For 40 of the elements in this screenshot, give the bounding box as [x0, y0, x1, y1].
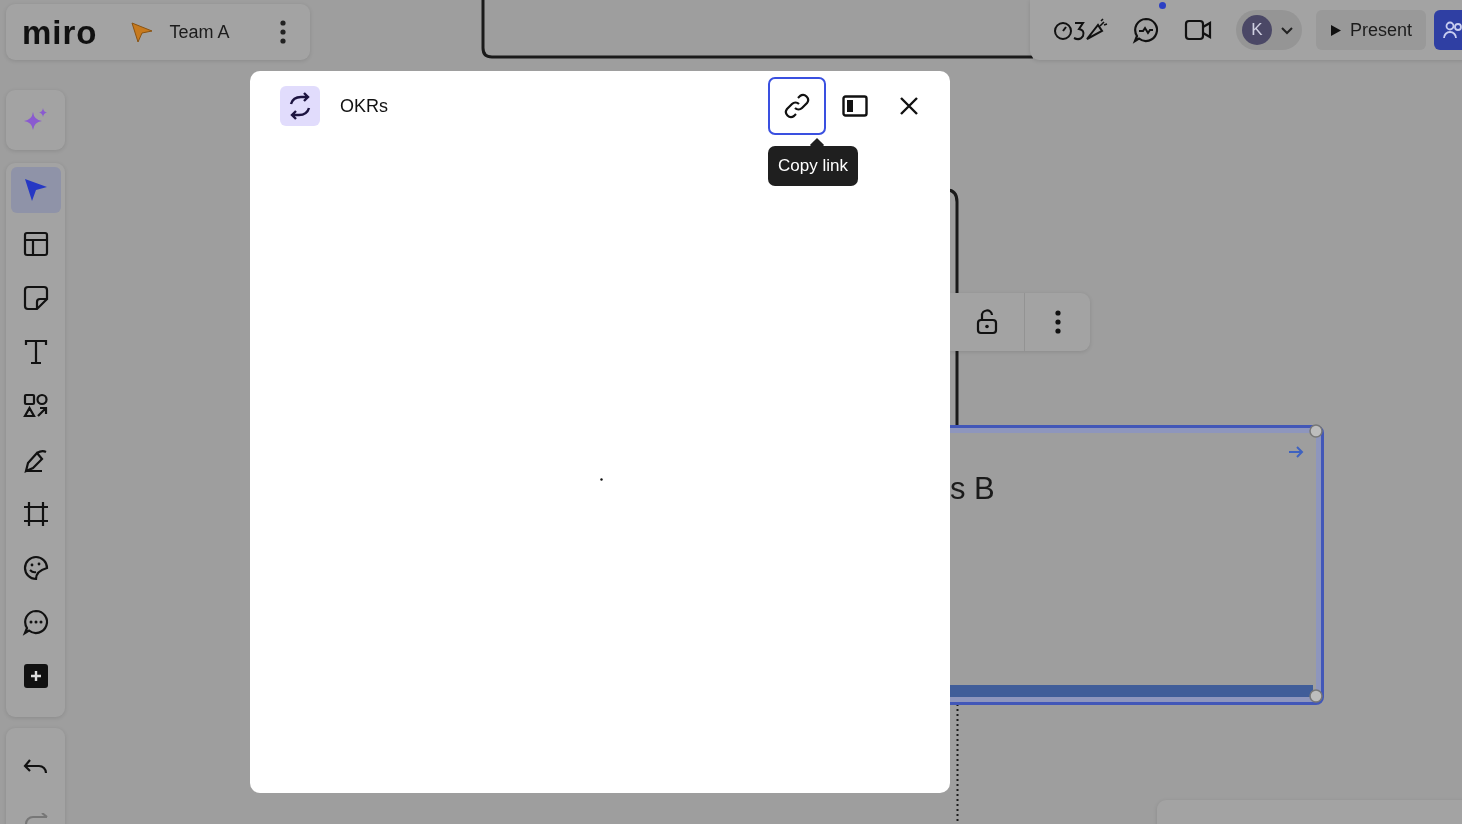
shapes-icon [21, 392, 50, 420]
video-camera-icon [1184, 19, 1212, 41]
chat-icon [1132, 16, 1160, 44]
more-icon [280, 20, 286, 44]
board-name[interactable]: Team A [169, 18, 230, 46]
timer-confetti-icon [1054, 17, 1108, 43]
comment-icon [21, 608, 50, 636]
menu-button[interactable] [280, 20, 286, 44]
close-icon [899, 96, 919, 116]
resize-handle[interactable] [1309, 689, 1323, 703]
people-icon [1443, 21, 1462, 39]
loading-dot [600, 478, 603, 481]
lock-icon [976, 309, 998, 335]
tooltip: Copy link [768, 146, 858, 186]
cursor-icon [129, 20, 154, 44]
more-icon [1054, 310, 1061, 334]
copy-link-button[interactable] [768, 77, 826, 135]
shape-text: s B [950, 470, 995, 508]
template-icon [21, 230, 50, 258]
reactions-button[interactable] [1054, 17, 1108, 43]
present-button[interactable]: Present [1316, 10, 1427, 50]
sticker-icon [21, 554, 50, 582]
frame-icon [21, 500, 50, 528]
redo-icon [22, 813, 49, 824]
side-panel-icon [842, 95, 868, 117]
add-icon [21, 662, 50, 690]
dialog-title: OKRs [340, 94, 388, 118]
undo-icon [22, 758, 49, 776]
share-button[interactable] [1434, 10, 1462, 50]
collaborators-menu[interactable]: K [1236, 10, 1302, 50]
sticky-note-icon [21, 284, 50, 312]
avatar[interactable]: K [1242, 15, 1272, 45]
tool-button[interactable] [10, 167, 61, 213]
play-icon [1330, 23, 1342, 37]
resize-handle[interactable] [1309, 424, 1323, 438]
sync-icon [280, 86, 320, 126]
video-button[interactable] [1184, 19, 1212, 41]
link-icon [783, 92, 811, 120]
logo[interactable]: miro [22, 15, 98, 49]
chevron-down-icon [1280, 25, 1294, 35]
